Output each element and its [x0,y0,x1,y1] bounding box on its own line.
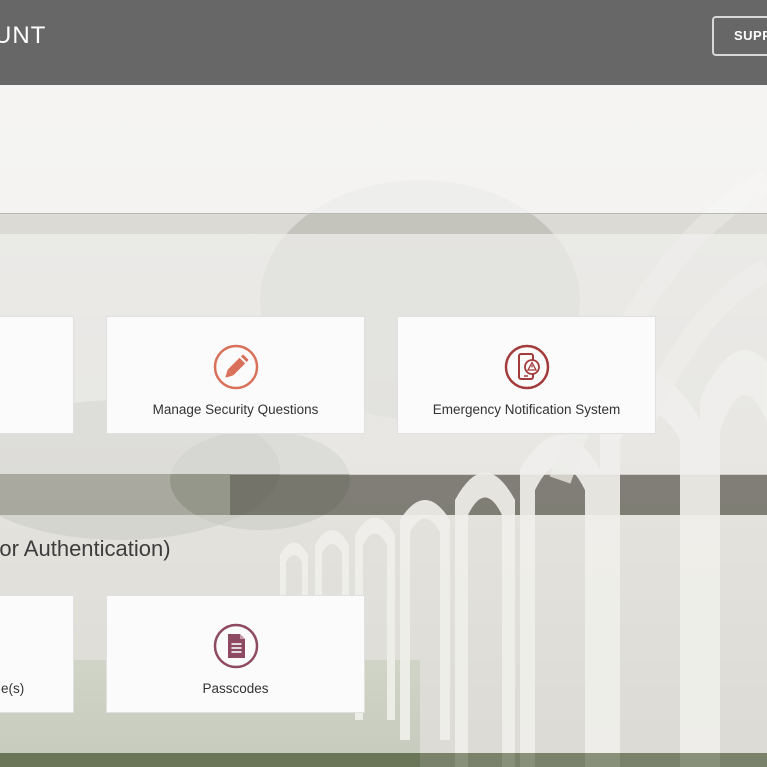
tile-label: Emergency Notification System [432,402,621,417]
pencil-icon [213,344,259,390]
tile-devices-partial[interactable]: e(s) [0,595,74,713]
document-icon [213,623,259,669]
divider [0,213,767,214]
tile-partial-left[interactable] [0,316,74,434]
app-header: UNT SUPPORT [0,0,767,85]
tile-emergency-notification-system[interactable]: Emergency Notification System [397,316,656,434]
tile-label: Manage Security Questions [152,402,319,417]
page: UNT SUPPORT Manage Security Questions [0,0,767,767]
tile-label: Passcodes [202,681,269,696]
tile-label: e(s) [1,681,25,696]
header-title: UNT [0,22,47,49]
tile-manage-security-questions[interactable]: Manage Security Questions [106,316,365,434]
top-section [0,85,767,213]
support-button[interactable]: SUPPORT [712,16,767,56]
tile-passcodes[interactable]: Passcodes [106,595,365,713]
mobile-alert-icon [504,344,550,390]
section-heading-mfa: actor Authentication) [0,536,171,561]
